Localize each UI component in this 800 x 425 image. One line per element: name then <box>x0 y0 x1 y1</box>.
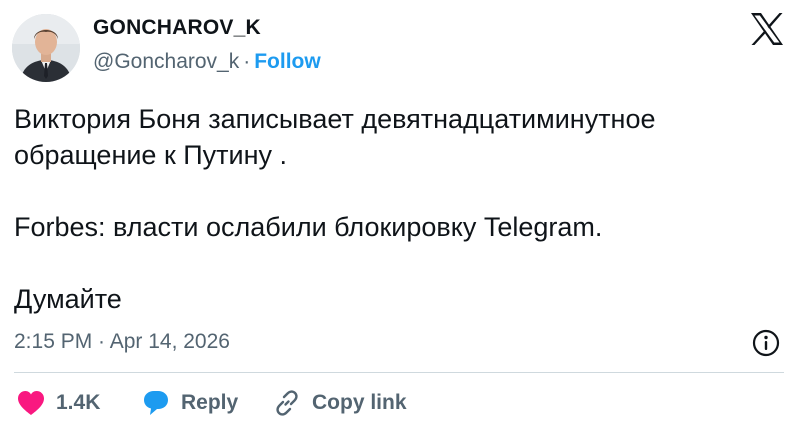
x-logo-icon[interactable] <box>748 10 786 48</box>
link-icon <box>276 390 298 416</box>
copy-link-label: Copy link <box>312 391 407 414</box>
handle-row: @Goncharov_k · Follow <box>93 50 321 74</box>
user-handle[interactable]: @Goncharov_k <box>93 50 239 73</box>
post-line: Думайте <box>14 284 122 314</box>
divider <box>14 372 784 373</box>
post-timestamp[interactable]: 2:15 PM · Apr 14, 2026 <box>14 330 230 354</box>
copy-link-button[interactable]: Copy link <box>272 386 407 420</box>
avatar[interactable] <box>12 14 80 82</box>
speech-bubble-icon <box>144 391 168 415</box>
separator-dot: · <box>243 50 251 73</box>
like-count: 1.4K <box>56 391 101 414</box>
like-button[interactable]: 1.4K <box>16 386 100 420</box>
post-line: Forbes: власти ослабили блокировку Teleg… <box>14 212 603 242</box>
avatar-photo <box>12 14 80 82</box>
post-text: Виктория Боня записывает девятнадцатимин… <box>14 101 784 317</box>
post-line: Виктория Боня записывает девятнадцатимин… <box>14 104 656 134</box>
heart-icon <box>18 391 44 415</box>
display-name[interactable]: GONCHAROV_K <box>93 16 261 40</box>
reply-label: Reply <box>181 391 239 414</box>
post-line: обращение к Путину . <box>14 140 288 170</box>
info-icon[interactable] <box>751 328 781 358</box>
follow-button[interactable]: Follow <box>254 50 321 73</box>
reply-button[interactable]: Reply <box>141 386 238 420</box>
